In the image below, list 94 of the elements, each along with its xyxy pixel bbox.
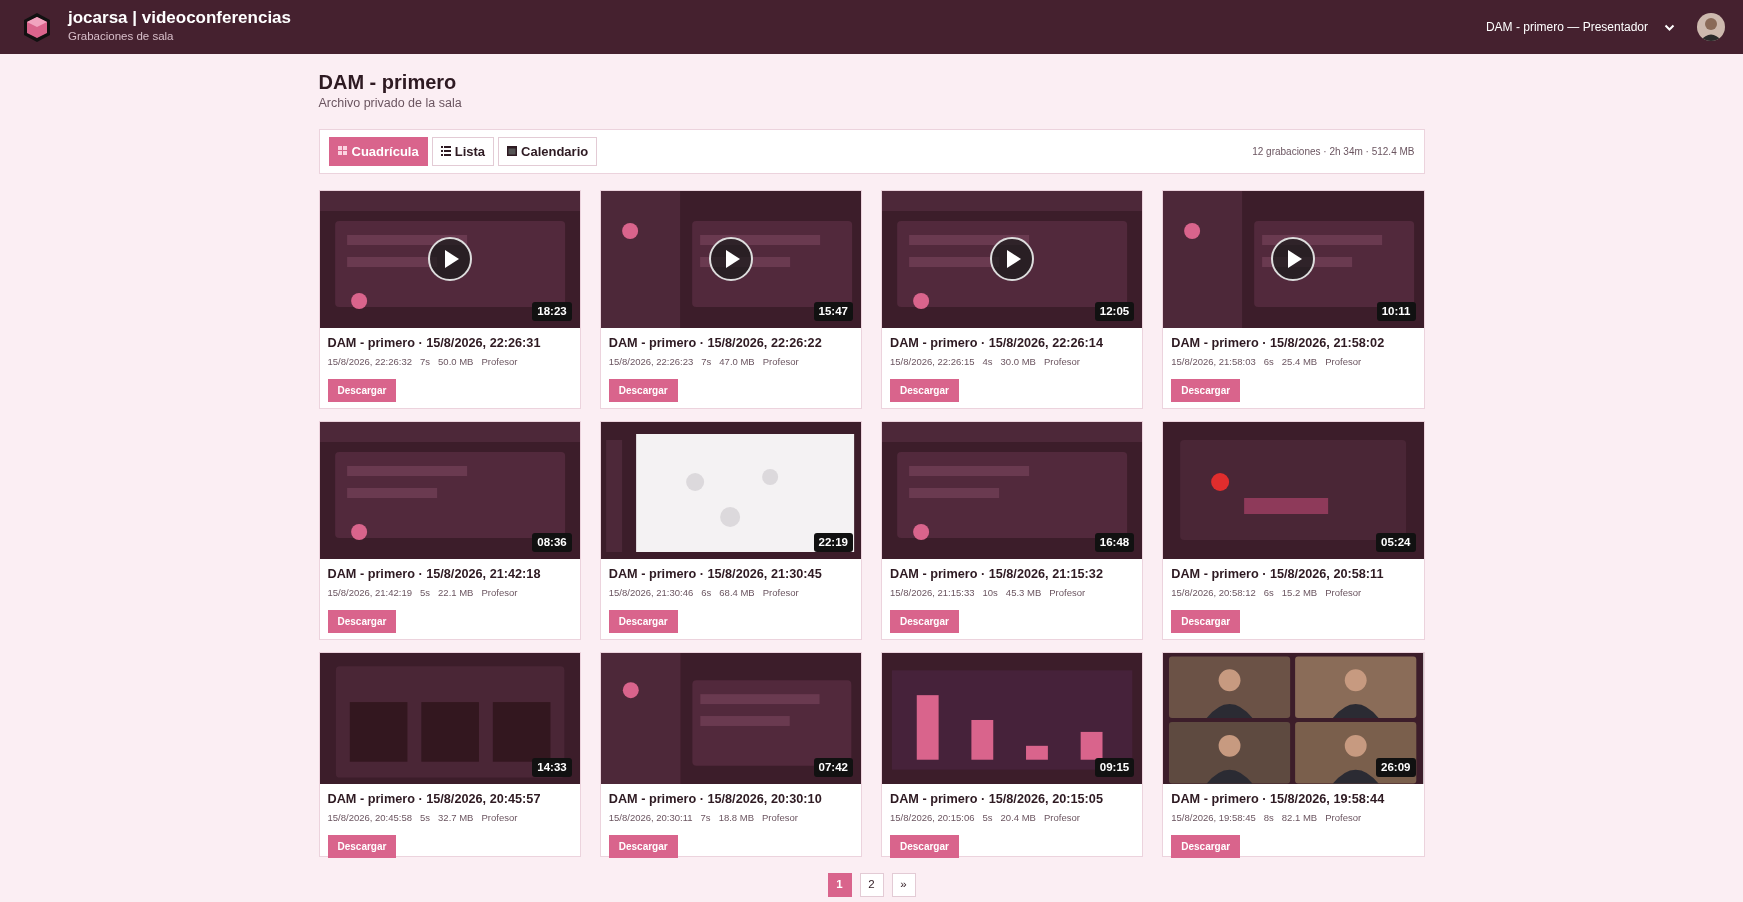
download-button[interactable]: Descargar (327, 835, 397, 859)
page-button[interactable]: 1 (827, 872, 852, 897)
grid-icon (337, 146, 348, 157)
author-role: Profesor (1043, 355, 1080, 369)
author-role: Profesor (1325, 586, 1362, 600)
author-role: Profesor (481, 811, 518, 825)
download-button[interactable]: Descargar (1171, 835, 1241, 859)
recording-title: DAM - primero · 15/8/2026, 21:30:45 (608, 566, 823, 582)
recording-duration: 7s (700, 811, 711, 825)
recording-title: DAM - primero · 15/8/2026, 21:42:18 (327, 566, 542, 582)
file-size: 25.4 MB (1281, 355, 1318, 369)
view-tab[interactable]: Cuadrícula (328, 136, 428, 166)
recording-date: 15/8/2026, 19:58:45 (1171, 811, 1256, 825)
app-title: jocarsa | videoconferencias (68, 9, 292, 28)
play-icon[interactable] (1270, 236, 1317, 283)
recording-title: DAM - primero · 15/8/2026, 22:26:14 (890, 335, 1104, 351)
avatar (1697, 13, 1725, 41)
download-button[interactable]: Descargar (608, 379, 678, 403)
author-role: Profesor (481, 586, 518, 600)
file-size: 50.0 MB (438, 355, 474, 369)
page-button[interactable]: 2 (859, 872, 884, 897)
recordings-summary: 12 grabaciones · 2h 34m · 512.4 MB (1252, 144, 1415, 159)
author-role: Profesor (762, 811, 798, 825)
author-role: Profesor (1049, 586, 1086, 600)
recording-title: DAM - primero · 15/8/2026, 19:58:44 (1171, 791, 1386, 807)
file-size: 45.3 MB (1005, 586, 1042, 600)
download-button[interactable]: Descargar (608, 610, 678, 634)
page-title: DAM - primero (318, 70, 458, 94)
page-button[interactable]: » (891, 872, 916, 897)
recording-date: 15/8/2026, 20:58:12 (1171, 586, 1256, 600)
download-button[interactable]: Descargar (890, 835, 959, 859)
recording-title: DAM - primero · 15/8/2026, 21:58:02 (1171, 335, 1386, 351)
author-role: Profesor (1043, 811, 1080, 825)
file-size: 68.4 MB (719, 586, 755, 600)
author-role: Profesor (1325, 355, 1362, 369)
recording-date: 15/8/2026, 20:45:58 (327, 811, 413, 825)
recording-duration: 6s (1263, 355, 1274, 369)
download-button[interactable]: Descargar (608, 835, 678, 859)
recording-date: 15/8/2026, 22:26:15 (890, 355, 975, 369)
recording-date: 15/8/2026, 20:15:06 (890, 811, 975, 825)
view-tab[interactable]: Lista (431, 136, 495, 166)
file-size: 20.4 MB (1000, 811, 1036, 825)
recording-date: 15/8/2026, 20:30:11 (608, 811, 693, 825)
recording-duration: 7s (420, 355, 431, 369)
recording-duration: 5s (420, 586, 431, 600)
recording-title: DAM - primero · 15/8/2026, 21:15:32 (890, 566, 1104, 582)
play-icon[interactable] (707, 236, 754, 283)
chevron-down-icon (1664, 22, 1675, 32)
file-size: 22.1 MB (438, 586, 474, 600)
file-size: 47.0 MB (719, 355, 755, 369)
recording-duration: 5s (982, 811, 993, 825)
recording-date: 15/8/2026, 22:26:23 (608, 355, 694, 369)
author-role: Profesor (481, 355, 518, 369)
recording-date: 15/8/2026, 21:42:19 (327, 586, 413, 600)
recording-duration: 4s (982, 355, 993, 369)
logo-icon (22, 11, 52, 43)
author-role: Profesor (762, 355, 799, 369)
recording-title: DAM - primero · 15/8/2026, 20:45:57 (327, 791, 542, 807)
play-icon[interactable] (426, 236, 473, 283)
list-icon (440, 146, 451, 157)
recording-duration: 7s (701, 355, 712, 369)
recording-title: DAM - primero · 15/8/2026, 20:30:10 (608, 791, 823, 807)
recording-date: 15/8/2026, 22:26:32 (327, 355, 413, 369)
recording-duration: 10s (982, 586, 998, 600)
recording-date: 15/8/2026, 21:58:03 (1171, 355, 1256, 369)
author-role: Profesor (762, 586, 799, 600)
download-button[interactable]: Descargar (890, 610, 959, 634)
author-role: Profesor (1325, 811, 1362, 825)
recording-date: 15/8/2026, 21:15:33 (890, 586, 975, 600)
file-size: 15.2 MB (1281, 586, 1318, 600)
room-menu[interactable]: DAM - primero — Presentador (1479, 17, 1681, 37)
recording-title: DAM - primero · 15/8/2026, 20:15:05 (890, 791, 1104, 807)
app-subtitle: Grabaciones de sala (68, 28, 175, 44)
file-size: 82.1 MB (1281, 811, 1318, 825)
recording-title: DAM - primero · 15/8/2026, 20:58:11 (1171, 566, 1385, 582)
download-button[interactable]: Descargar (1171, 610, 1241, 634)
download-button[interactable]: Descargar (327, 610, 397, 634)
page-subtitle: Archivo privado de la sala (318, 95, 463, 112)
file-size: 32.7 MB (438, 811, 474, 825)
file-size: 30.0 MB (1000, 355, 1036, 369)
recording-date: 15/8/2026, 21:30:46 (608, 586, 694, 600)
recording-duration: 8s (1263, 811, 1274, 825)
view-tab[interactable]: Calendario (498, 136, 598, 166)
recording-duration: 6s (701, 586, 712, 600)
recording-duration: 5s (420, 811, 431, 825)
download-button[interactable]: Descargar (1171, 379, 1241, 403)
recording-duration: 6s (1263, 586, 1274, 600)
recording-title: DAM - primero · 15/8/2026, 22:26:22 (608, 335, 823, 351)
play-icon[interactable] (989, 236, 1036, 283)
download-button[interactable]: Descargar (890, 379, 959, 403)
recording-title: DAM - primero · 15/8/2026, 22:26:31 (327, 335, 542, 351)
file-size: 18.8 MB (718, 811, 754, 825)
square-icon (507, 146, 518, 157)
download-button[interactable]: Descargar (327, 379, 397, 403)
